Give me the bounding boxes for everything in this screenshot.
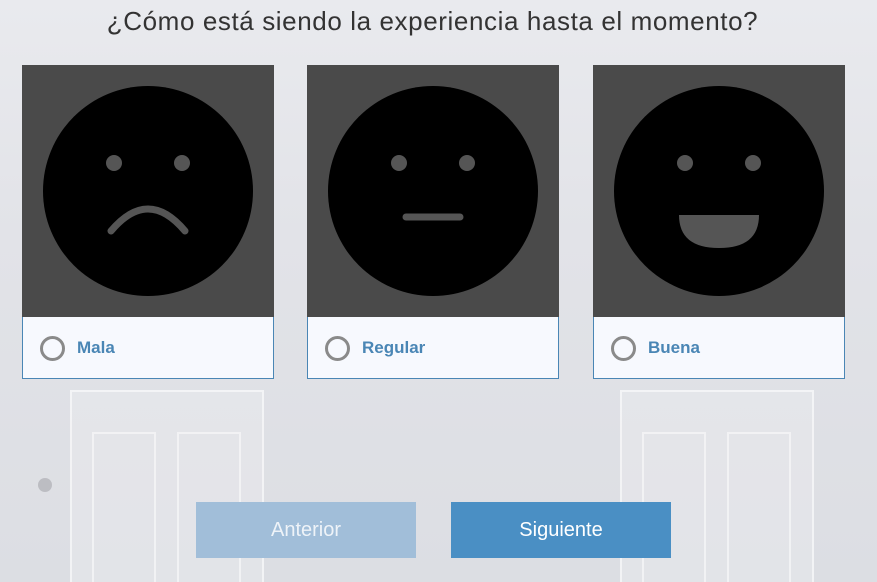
- happy-face-icon: [614, 86, 824, 296]
- background-panel: [92, 432, 156, 582]
- radio-button[interactable]: [611, 335, 636, 361]
- option-label[interactable]: Mala: [77, 338, 115, 358]
- neutral-face-icon: [328, 86, 538, 296]
- radio-button[interactable]: [40, 335, 65, 361]
- option-image[interactable]: [593, 65, 845, 317]
- sad-face-icon: [43, 86, 253, 296]
- option-row[interactable]: Buena: [594, 318, 844, 378]
- question-title: ¿Cómo está siendo la experiencia hasta e…: [106, 6, 759, 36]
- door-handle-icon: [38, 478, 52, 492]
- option-card-regular[interactable]: Regular: [307, 65, 559, 379]
- option-card-buena[interactable]: Buena: [593, 65, 845, 379]
- previous-button[interactable]: Anterior: [196, 502, 416, 558]
- option-label[interactable]: Regular: [362, 338, 425, 358]
- background-panel: [727, 432, 791, 582]
- option-row[interactable]: Regular: [308, 318, 558, 378]
- option-image[interactable]: [22, 65, 274, 317]
- option-row[interactable]: Mala: [23, 318, 273, 378]
- option-image[interactable]: [307, 65, 559, 317]
- option-card-mala[interactable]: Mala: [22, 65, 274, 379]
- next-button[interactable]: Siguiente: [451, 502, 671, 558]
- radio-button[interactable]: [325, 335, 350, 361]
- option-label[interactable]: Buena: [648, 338, 700, 358]
